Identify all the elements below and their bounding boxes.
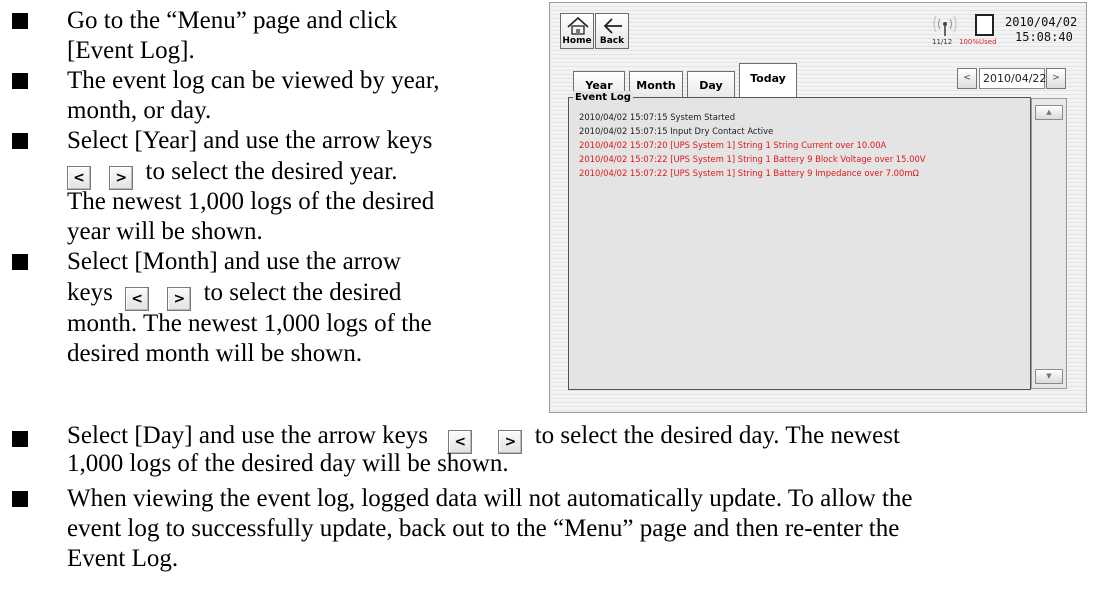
instruction-4-line-4: desired month will be shown. [67,340,363,367]
date-display: 2010/04/22 [979,68,1046,89]
instruction-4-line-2-suffix: to select the desired [203,279,402,306]
storage-used: 100%Used [959,38,997,46]
signal-icon [933,15,957,36]
instruction-3-line-2-text: to select the desired year. [145,158,398,185]
tab-month[interactable]: Month [629,71,683,97]
event-log-title: Event Log [573,91,633,105]
instruction-5-line-1-suffix: to select the desired day. The newest [534,422,900,449]
bullet-marker [12,431,28,447]
clock-date: 2010/04/02 [1005,15,1078,29]
back-button-label: Back [599,36,625,46]
instruction-4-line-3: month. The newest 1,000 logs of the [67,310,432,337]
instruction-3-line-4: year will be shown. [67,218,263,245]
date-next-button[interactable]: > [1046,68,1066,89]
scroll-up-icon[interactable]: ▲ [1035,105,1063,120]
log-entry: 2010/04/02 15:07:15 Input Dry Contact Ac… [579,126,774,136]
instruction-6-line-2: event log to successfully update, back o… [67,515,900,542]
event-log-screen: Home Back 11/12 100%Used 2010/04/02 15:0… [549,2,1087,413]
bullet-marker [12,13,28,29]
scroll-down-icon[interactable]: ▼ [1035,369,1063,384]
signal-count: 11/12 [932,38,953,46]
instruction-5-line-2: 1,000 logs of the desired day will be sh… [67,450,509,477]
instruction-4-line-2-prefix: keys [67,279,113,306]
event-log-list: 2010/04/02 15:07:15 System Started 2010/0… [579,110,1019,180]
bullet-marker [12,254,28,270]
log-entry: 2010/04/02 15:07:22 [UPS System 1] Strin… [579,154,926,164]
storage-icon [975,14,994,36]
home-button-label: Home [562,36,592,46]
instruction-1-line-2: [Event Log]. [67,37,195,64]
instruction-3-line-3: The newest 1,000 logs of the desired [67,188,435,215]
left-arrow-key-icon: < [125,287,150,311]
instruction-2-line-1: The event log can be viewed by year, [67,67,440,94]
instruction-1-line-1: Go to the “Menu” page and click [67,7,398,34]
log-entry: 2010/04/02 15:07:22 [UPS System 1] Strin… [579,168,919,178]
back-arrow-icon [603,18,622,34]
home-button[interactable]: Home [560,13,594,49]
bullet-marker [12,491,28,507]
event-log-panel: Event Log 2010/04/02 15:07:15 System Sta… [568,91,1031,390]
tab-day[interactable]: Day [687,71,735,97]
clock-time: 15:08:40 [1015,30,1073,44]
instruction-6-line-1: When viewing the event log, logged data … [67,485,913,512]
instruction-3-line-2: < > to select the desired year. [67,157,397,190]
tab-today[interactable]: Today [739,63,797,97]
right-arrow-key-icon: > [167,287,192,311]
instruction-4-line-2: keys < > to select the desired [67,278,401,311]
bullet-marker [12,73,28,89]
instruction-2-line-2: month, or day. [67,97,212,124]
date-prev-button[interactable]: < [957,68,977,89]
home-icon [567,17,589,35]
instruction-5-line-1-prefix: Select [Day] and use the arrow keys [67,422,428,449]
log-entry: 2010/04/02 15:07:15 System Started [579,112,736,122]
instruction-4-line-1: Select [Month] and use the arrow [67,248,401,275]
bullet-marker [12,133,28,149]
log-entry: 2010/04/02 15:07:20 [UPS System 1] Strin… [579,140,887,150]
instruction-3-line-1: Select [Year] and use the arrow keys [67,127,433,154]
back-button[interactable]: Back [595,13,629,49]
instruction-6-line-3: Event Log. [67,545,179,572]
log-scrollbar[interactable]: ▲ ▼ [1031,98,1067,389]
